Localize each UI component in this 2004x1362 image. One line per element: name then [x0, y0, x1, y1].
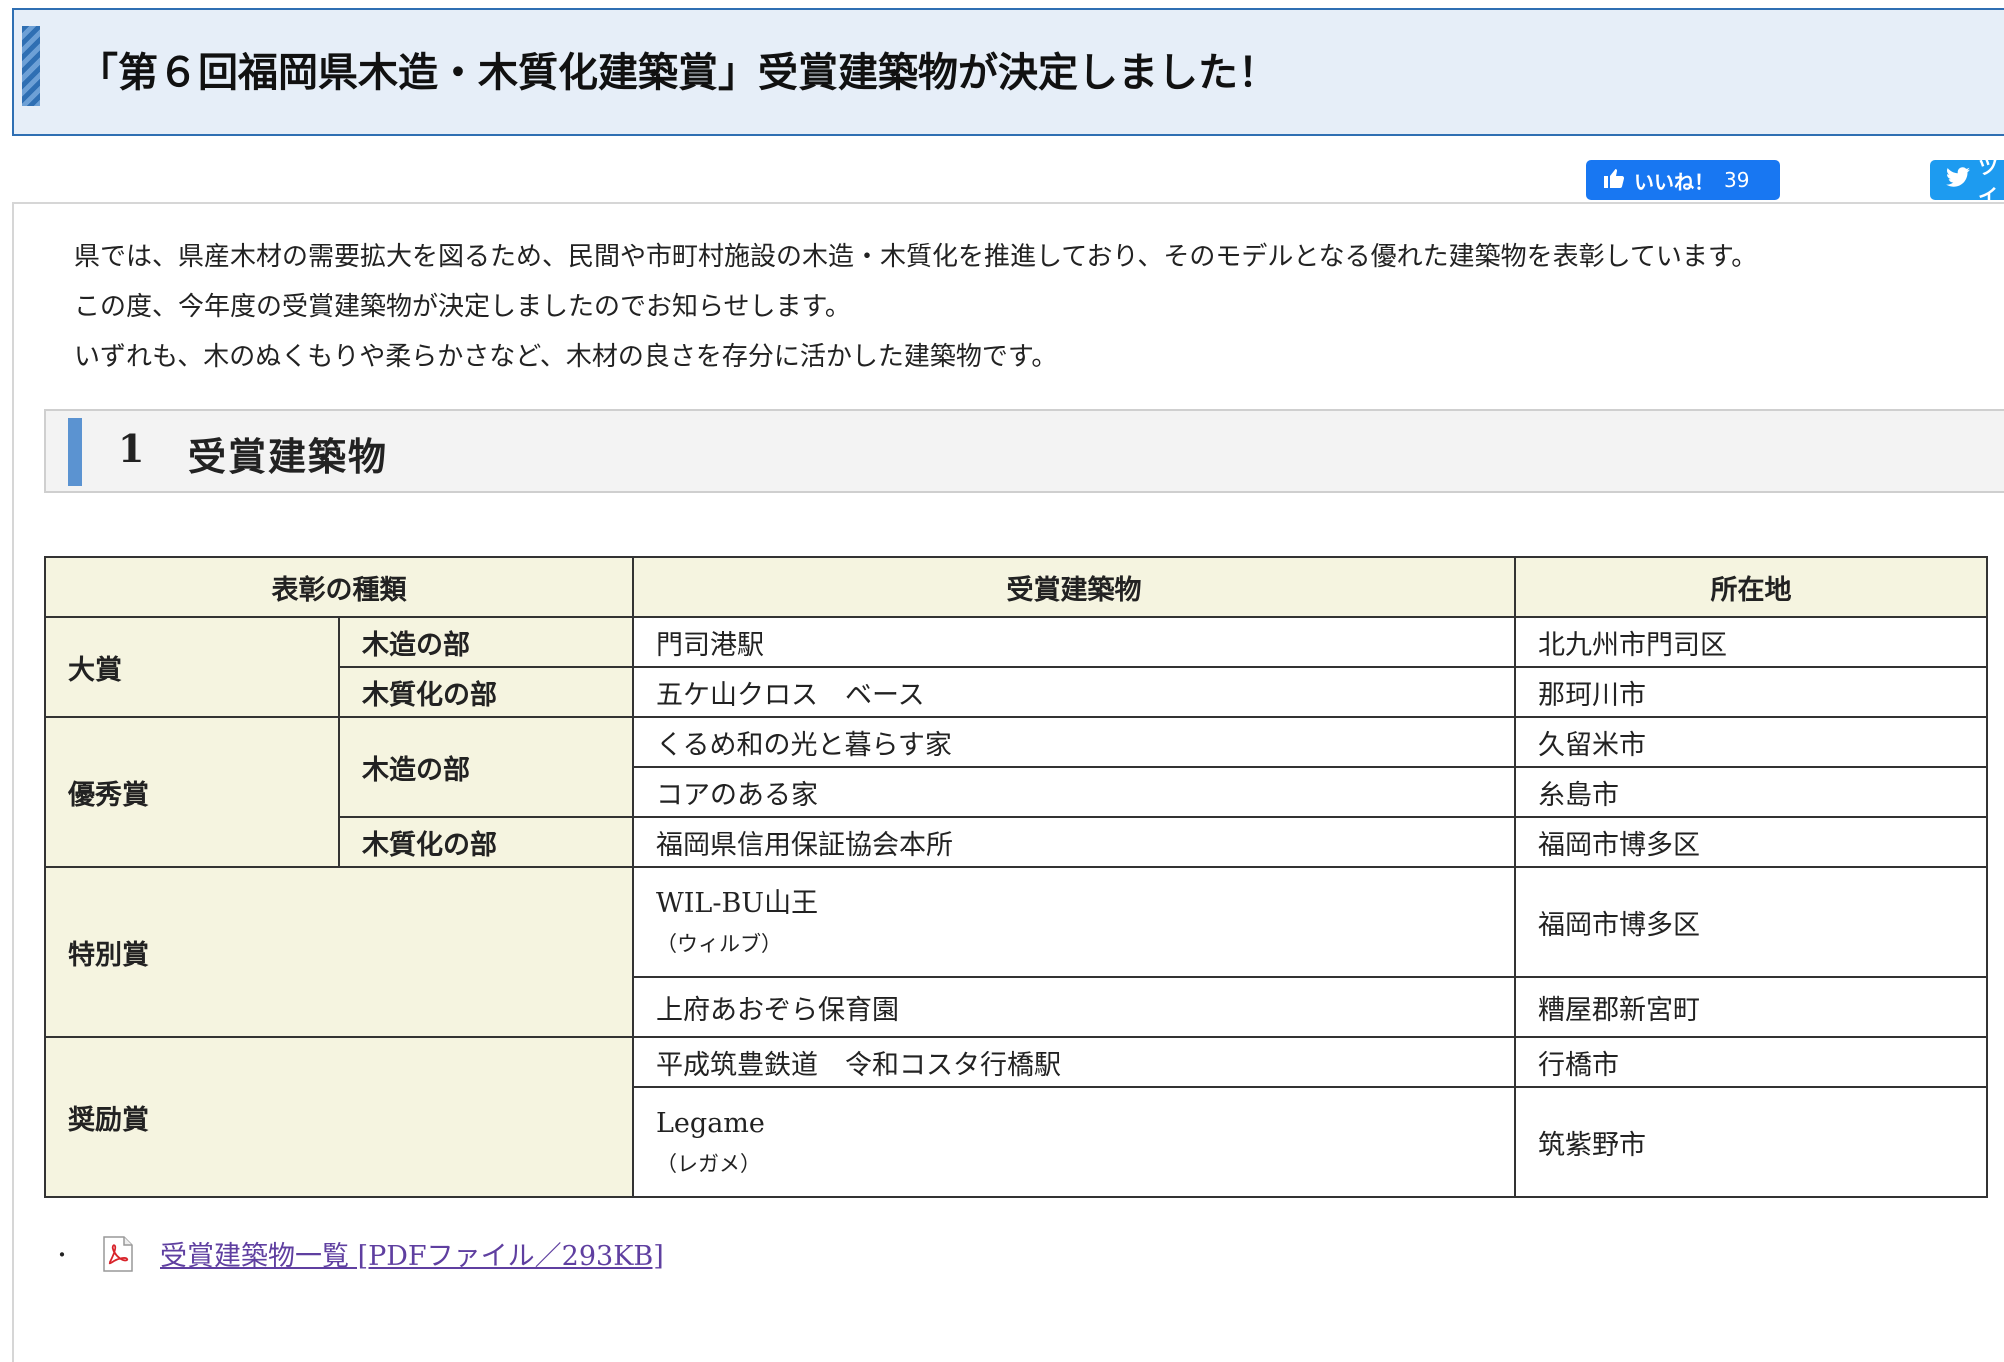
facebook-like-button[interactable]: いいね！ 39: [1586, 160, 1780, 200]
building-cell: 福岡県信用保証協会本所: [632, 816, 1516, 868]
like-count: 39: [1724, 168, 1750, 192]
location-cell: 行橋市: [1514, 1036, 1988, 1088]
building-reading: （ウィルブ）: [656, 931, 782, 956]
intro-line: いずれも、木のぬくもりや柔らかさなど、木材の良さを存分に活かした建築物です。: [74, 342, 1058, 372]
twitter-bird-icon: [1946, 166, 1970, 194]
tweet-label: ツイ: [1978, 155, 1998, 208]
building-cell: Legame （レガメ）: [632, 1086, 1516, 1198]
tweet-button[interactable]: ツイ: [1930, 155, 2004, 208]
table-header-row: 表彰の種類 受賞建築物 所在地: [44, 556, 1988, 618]
category-excellence: 優秀賞: [44, 716, 340, 868]
section-number: 1: [118, 426, 145, 471]
section-heading: 1 受賞建築物: [44, 409, 2004, 493]
subcategory-wooden: 木造の部: [338, 616, 634, 668]
category-grand-prize: 大賞: [44, 616, 340, 718]
header-award-type: 表彰の種類: [44, 556, 634, 618]
like-label: いいね！: [1634, 169, 1714, 194]
category-encouragement: 奨励賞: [44, 1036, 634, 1198]
list-bullet: ・: [52, 1243, 72, 1267]
header-building: 受賞建築物: [632, 556, 1516, 618]
building-name: Legame: [656, 1107, 765, 1139]
category-special: 特別賞: [44, 866, 634, 1038]
building-cell: 上府あおぞら保育園: [632, 976, 1516, 1038]
pdf-file-icon: [102, 1235, 134, 1272]
section-title: 受賞建築物: [188, 434, 389, 479]
building-cell: 門司港駅: [632, 616, 1516, 668]
location-cell: 久留米市: [1514, 716, 1988, 768]
subcategory-wood-interior: 木質化の部: [338, 666, 634, 718]
thumbs-up-icon: [1602, 166, 1626, 195]
intro-line: この度、今年度の受賞建築物が決定しましたのでお知らせします。: [74, 292, 851, 322]
header-location: 所在地: [1514, 556, 1988, 618]
building-cell: くるめ和の光と暮らす家: [632, 716, 1516, 768]
section-accent-bar: [68, 418, 82, 486]
location-cell: 福岡市博多区: [1514, 866, 1988, 978]
location-cell: 那珂川市: [1514, 666, 1988, 718]
location-cell: 糸島市: [1514, 766, 1988, 818]
table-row: 大賞 木造の部 門司港駅 北九州市門司区: [44, 616, 1988, 718]
building-cell: WIL-BU山王 （ウィルブ）: [632, 866, 1516, 978]
awards-table: 表彰の種類 受賞建築物 所在地 大賞 木造の部 門司港駅 北九州市門司区 木質化…: [44, 556, 1988, 1198]
subcategory-wooden: 木造の部: [338, 716, 634, 818]
pdf-download-item: ・ 受賞建築物一覧 [PDFファイル／293KB]: [52, 1234, 664, 1273]
building-reading: （レガメ）: [656, 1151, 761, 1176]
table-row: 特別賞 WIL-BU山王 （ウィルブ） 福岡市博多区: [44, 866, 1988, 1038]
intro-line: 県では、県産木材の需要拡大を図るため、民間や市町村施設の木造・木質化を推進してお…: [74, 242, 1758, 272]
subcategory-wood-interior: 木質化の部: [338, 816, 634, 868]
location-cell: 糟屋郡新宮町: [1514, 976, 1988, 1038]
table-row: 優秀賞 木造の部 くるめ和の光と暮らす家 久留米市: [44, 716, 1988, 868]
table-row: 奨励賞 平成筑豊鉄道 令和コスタ行橋駅 行橋市: [44, 1036, 1988, 1198]
building-cell: 平成筑豊鉄道 令和コスタ行橋駅: [632, 1036, 1516, 1088]
location-cell: 福岡市博多区: [1514, 816, 1988, 868]
location-cell: 筑紫野市: [1514, 1086, 1988, 1198]
building-name: WIL-BU山王: [656, 887, 819, 919]
location-cell: 北九州市門司区: [1514, 616, 1988, 668]
pdf-download-link[interactable]: 受賞建築物一覧 [PDFファイル／293KB]: [160, 1234, 664, 1273]
title-accent-bar: [22, 26, 40, 106]
building-cell: コアのある家: [632, 766, 1516, 818]
page-title: 「第６回福岡県木造・木質化建築賞」受賞建築物が決定しました！: [78, 49, 1278, 96]
building-cell: 五ケ山クロス ベース: [632, 666, 1516, 718]
